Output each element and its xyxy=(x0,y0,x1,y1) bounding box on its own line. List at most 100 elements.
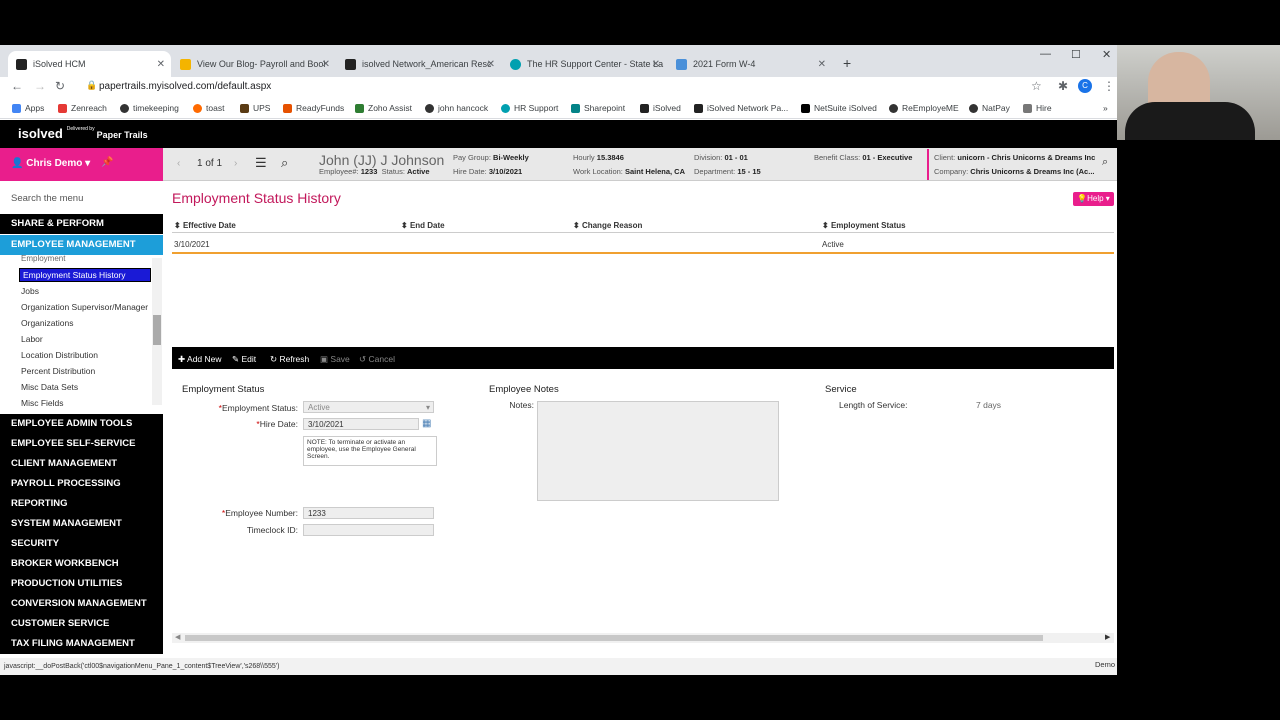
submenu-labor[interactable]: Labor xyxy=(21,334,43,344)
employment-status-select[interactable]: Active ▾ xyxy=(303,401,434,413)
next-record-icon[interactable]: › xyxy=(234,158,237,169)
hire-date-input[interactable]: 3/10/2021 xyxy=(303,418,419,430)
bookmark-hire[interactable]: Hire xyxy=(1023,103,1052,113)
section-employee-notes: Employee Notes xyxy=(489,384,559,395)
submenu-scroll-thumb[interactable] xyxy=(153,315,161,345)
close-tab-icon[interactable]: ✕ xyxy=(818,59,826,70)
client-name: Client: unicorn - Chris Unicorns & Dream… xyxy=(934,153,1096,162)
close-tab-icon[interactable]: ✕ xyxy=(487,59,495,70)
division: Division: 01 - 01 xyxy=(694,153,748,162)
bookmark-isolved-network[interactable]: iSolved Network Pa... xyxy=(694,103,788,113)
close-tab-icon[interactable]: ✕ xyxy=(322,59,330,70)
minimize-button[interactable]: — xyxy=(1040,48,1051,60)
bookmark-reemployme[interactable]: ReEmployeME xyxy=(889,103,959,113)
list-icon[interactable]: ☰ xyxy=(255,155,267,171)
bookmark-john-hancock[interactable]: john hancock xyxy=(425,103,488,113)
submenu-employment-status-history[interactable]: Employment Status History xyxy=(19,268,151,282)
horizontal-scroll-thumb[interactable] xyxy=(185,635,1043,641)
refresh-button[interactable]: ↻ Refresh xyxy=(270,354,309,365)
employee-number-input[interactable]: 1233 xyxy=(303,507,434,519)
tab-w4[interactable]: 2021 Form W-4 ✕ xyxy=(668,51,832,77)
menu-employee-admin-tools[interactable]: EMPLOYEE ADMIN TOOLS xyxy=(0,414,163,434)
menu-employee-management[interactable]: EMPLOYEE MANAGEMENT xyxy=(0,235,163,255)
close-window-button[interactable]: ✕ xyxy=(1102,48,1111,61)
close-tab-icon[interactable]: ✕ xyxy=(157,59,165,70)
tab-blog[interactable]: View Our Blog- Payroll and Bool ✕ xyxy=(172,51,336,77)
tab-network[interactable]: isolved Network_American Resc ✕ xyxy=(337,51,501,77)
bookmark-netsuite[interactable]: NetSuite iSolved xyxy=(801,103,877,113)
tab-isolved[interactable]: iSolved HCM ✕ xyxy=(8,51,171,77)
bookmark-zenreach[interactable]: Zenreach xyxy=(58,103,107,113)
profile-avatar[interactable]: C xyxy=(1078,79,1092,93)
submenu-location-distribution[interactable]: Location Distribution xyxy=(21,350,98,360)
col-end-date[interactable]: ⬍ End Date xyxy=(401,221,445,230)
edit-button[interactable]: ✎ Edit xyxy=(232,354,256,365)
scroll-left-icon[interactable]: ◀ xyxy=(175,633,180,641)
menu-dots-icon[interactable]: ⋮ xyxy=(1103,79,1115,93)
col-change-reason[interactable]: ⬍ Change Reason xyxy=(573,221,642,230)
header-search-icon[interactable]: ⌕ xyxy=(1102,156,1108,169)
submenu-misc-data-sets[interactable]: Misc Data Sets xyxy=(21,382,78,392)
star-icon[interactable]: ☆ xyxy=(1031,79,1042,93)
more-bookmarks-icon[interactable]: » xyxy=(1103,103,1108,113)
isolved-favicon-icon xyxy=(16,58,27,70)
submenu-organizations[interactable]: Organizations xyxy=(21,318,73,328)
extensions-icon[interactable]: ✱ xyxy=(1058,79,1068,93)
submenu-misc-fields[interactable]: Misc Fields xyxy=(21,398,64,408)
bookmark-hr-support[interactable]: HR Support xyxy=(501,103,558,113)
bookmark-zoho[interactable]: Zoho Assist xyxy=(355,103,412,113)
bookmark-readyfunds[interactable]: ReadyFunds xyxy=(283,103,344,113)
forward-icon[interactable]: → xyxy=(34,79,46,93)
close-tab-icon[interactable]: ✕ xyxy=(652,59,660,70)
bookmark-isolved[interactable]: iSolved xyxy=(640,103,681,113)
prev-record-icon[interactable]: ‹ xyxy=(177,158,180,169)
menu-conversion-management[interactable]: CONVERSION MANAGEMENT xyxy=(0,594,163,614)
menu-customer-service[interactable]: CUSTOMER SERVICE xyxy=(0,614,163,634)
dropdown-arrow-icon: ▾ xyxy=(425,403,430,412)
back-icon[interactable]: ← xyxy=(11,79,23,93)
menu-search-input[interactable]: Search the menu xyxy=(11,193,83,204)
calendar-icon[interactable]: ▦ xyxy=(422,418,431,429)
tab-hr-support[interactable]: The HR Support Center - State La ✕ xyxy=(502,51,666,77)
bookmark-apps[interactable]: Apps xyxy=(12,103,44,113)
submenu-org-supervisor[interactable]: Organization Supervisor/Manager xyxy=(21,302,148,312)
refresh-icon: ↻ xyxy=(270,354,278,364)
submenu-jobs[interactable]: Jobs xyxy=(21,286,39,296)
table-row[interactable] xyxy=(172,236,1114,254)
menu-share-perform[interactable]: SHARE & PERFORM xyxy=(0,214,163,234)
notes-textarea[interactable] xyxy=(537,401,779,501)
add-new-button[interactable]: ✚ Add New xyxy=(178,354,222,365)
timeclock-id-label: Timeclock ID: xyxy=(246,525,298,535)
menu-broker-workbench[interactable]: BROKER WORKBENCH xyxy=(0,554,163,574)
submenu-employment[interactable]: Employment xyxy=(21,254,65,263)
menu-client-management[interactable]: CLIENT MANAGEMENT xyxy=(0,454,163,474)
bookmark-sharepoint[interactable]: Sharepoint xyxy=(571,103,625,113)
menu-payroll-processing[interactable]: PAYROLL PROCESSING xyxy=(0,474,163,494)
menu-reporting[interactable]: REPORTING xyxy=(0,494,163,514)
bookmark-natpay[interactable]: NatPay xyxy=(969,103,1010,113)
col-effective-date[interactable]: ⬍ Effective Date xyxy=(174,221,236,230)
help-button[interactable]: 💡Help ▾ xyxy=(1073,192,1114,206)
bookmark-ups[interactable]: UPS xyxy=(240,103,270,113)
pin-icon[interactable]: 📌 xyxy=(101,157,113,168)
scroll-right-icon[interactable]: ▶ xyxy=(1105,633,1110,641)
bookmark-toast[interactable]: toast xyxy=(193,103,224,113)
menu-tax-filing-management[interactable]: TAX FILING MANAGEMENT xyxy=(0,634,163,654)
menu-production-utilities[interactable]: PRODUCTION UTILITIES xyxy=(0,574,163,594)
col-employment-status[interactable]: ⬍ Employment Status xyxy=(822,221,906,230)
submenu-percent-distribution[interactable]: Percent Distribution xyxy=(21,366,95,376)
menu-security[interactable]: SECURITY xyxy=(0,534,163,554)
search-icon[interactable]: ⌕ xyxy=(281,155,288,171)
user-menu[interactable]: 👤 Chris Demo ▾ xyxy=(11,158,90,169)
hr-icon xyxy=(501,103,510,113)
cancel-button[interactable]: ↺ Cancel xyxy=(359,354,395,365)
timeclock-id-input[interactable] xyxy=(303,524,434,536)
menu-system-management[interactable]: SYSTEM MANAGEMENT xyxy=(0,514,163,534)
save-button[interactable]: ▣ Save xyxy=(320,354,350,365)
reload-icon[interactable]: ↻ xyxy=(55,79,65,93)
url-input[interactable]: papertrails.myisolved.com/default.aspx xyxy=(99,81,271,92)
menu-employee-self-service[interactable]: EMPLOYEE SELF-SERVICE xyxy=(0,434,163,454)
bookmark-timekeeping[interactable]: timekeeping xyxy=(120,103,179,113)
maximize-button[interactable]: ☐ xyxy=(1071,48,1081,61)
new-tab-button[interactable]: + xyxy=(843,55,851,71)
